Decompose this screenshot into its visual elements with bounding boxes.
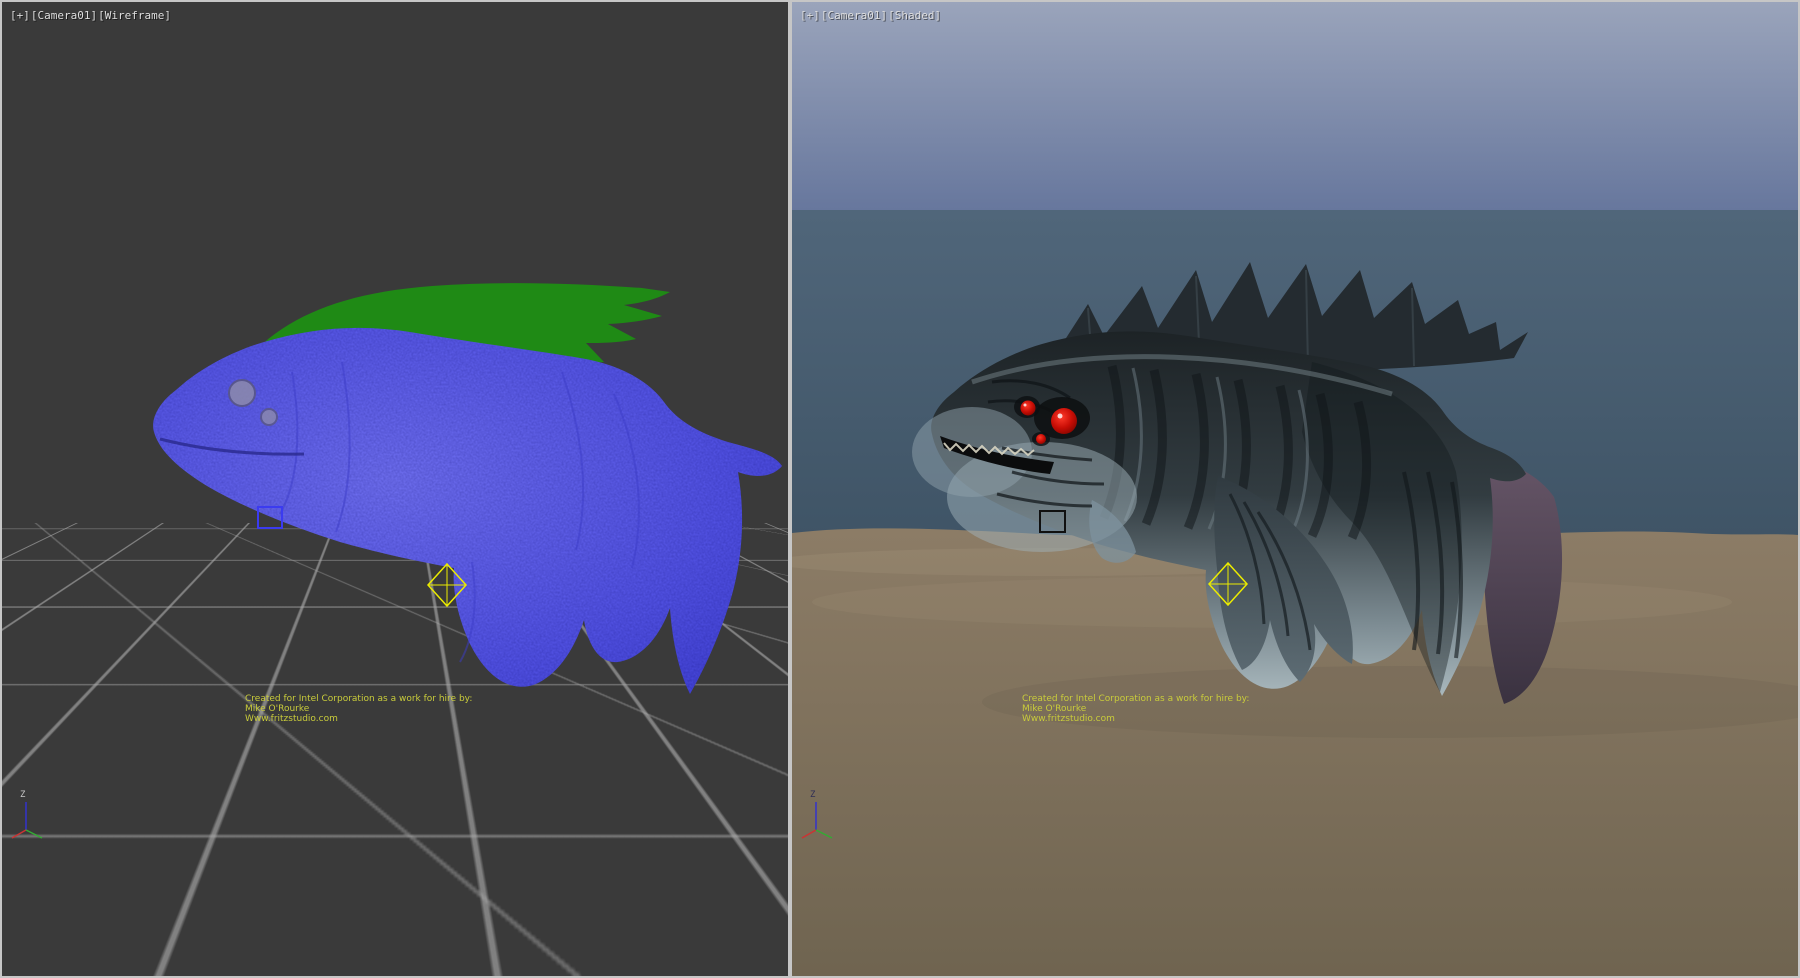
viewport-shaded[interactable]: [+][Camera01][Shaded] Created for Intel … <box>792 2 1798 976</box>
sky <box>792 2 1798 210</box>
credit-line-2: Mike O'Rourke <box>245 704 472 714</box>
viewport-label: [+][Camera01][Shaded] <box>800 9 942 22</box>
credit-line-2: Mike O'Rourke <box>1022 704 1249 714</box>
axis-z-label: Z <box>810 790 815 800</box>
scene-credit-text: Created for Intel Corporation as a work … <box>1022 694 1249 724</box>
axis-tripod-icon <box>10 792 54 844</box>
fish-eye-large <box>229 380 255 406</box>
viewport-camera-button[interactable]: [Camera01] <box>821 9 887 22</box>
fish-eye-small <box>261 409 277 425</box>
eye-glint-small <box>1024 404 1027 407</box>
viewport-label: [+][Camera01][Wireframe] <box>10 9 172 22</box>
world-axis-tripod: Z <box>10 792 54 844</box>
viewport-shading-button[interactable]: [Wireframe] <box>98 9 171 22</box>
credit-line-1: Created for Intel Corporation as a work … <box>245 694 472 704</box>
shaded-scene <box>792 2 1798 976</box>
credit-line-1: Created for Intel Corporation as a work … <box>1022 694 1249 704</box>
eye-glint-large <box>1058 414 1063 419</box>
credit-line-3: Www.fritzstudio.com <box>245 714 472 724</box>
wireframe-scene <box>2 2 788 976</box>
viewport-shading-button[interactable]: [Shaded] <box>888 9 941 22</box>
axis-tripod-icon <box>800 792 844 844</box>
red-eye-small <box>1021 401 1036 416</box>
world-axis-tripod: Z <box>800 792 844 844</box>
fish-model-wireframe[interactable] <box>153 283 782 694</box>
viewport-camera-button[interactable]: [Camera01] <box>31 9 97 22</box>
viewport-menu-button[interactable]: [+] <box>800 9 820 22</box>
scene-credit-text: Created for Intel Corporation as a work … <box>245 694 472 724</box>
viewport-menu-button[interactable]: [+] <box>10 9 30 22</box>
credit-line-3: Www.fritzstudio.com <box>1022 714 1249 724</box>
red-eye-tiny <box>1036 434 1046 444</box>
viewport-wireframe[interactable]: [+][Camera01][Wireframe] Created for Int… <box>2 2 788 976</box>
axis-z-label: Z <box>20 790 25 800</box>
red-eye-large <box>1051 408 1077 434</box>
